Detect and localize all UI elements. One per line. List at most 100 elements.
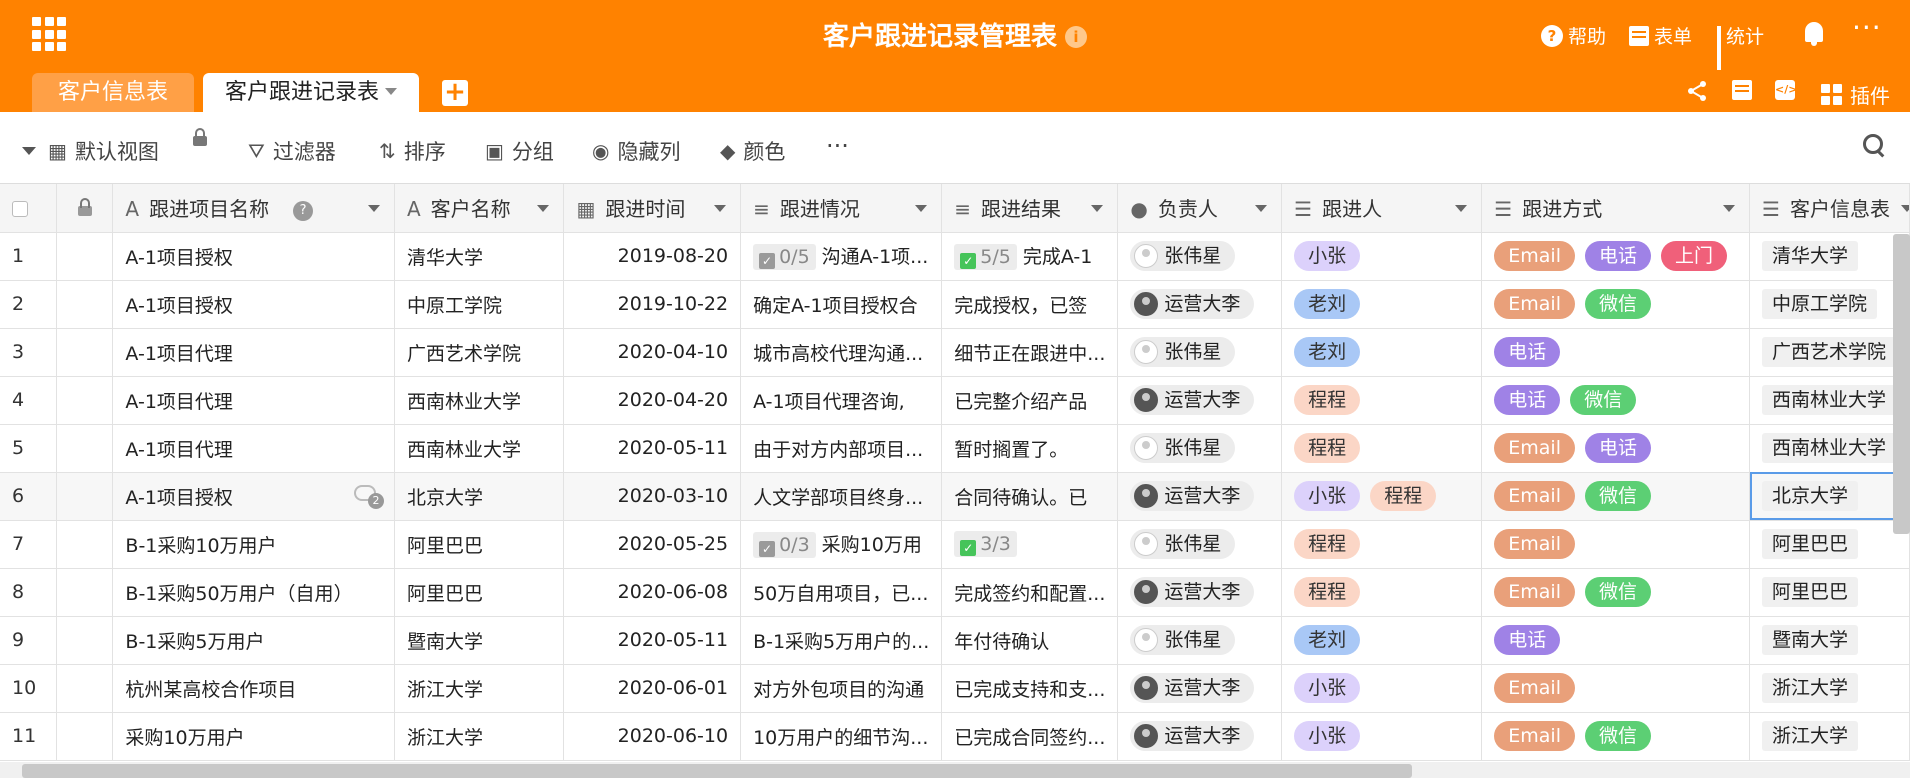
project-cell[interactable]: A-1项目代理: [112, 424, 395, 473]
chevron-down-icon[interactable]: [385, 88, 397, 95]
notification-button[interactable]: [1805, 22, 1823, 46]
chevron-down-icon[interactable]: [915, 205, 928, 212]
owner-cell[interactable]: 张伟星: [1117, 520, 1283, 569]
owner-cell[interactable]: 运营大李: [1117, 472, 1283, 521]
row-number[interactable]: 4: [0, 376, 57, 425]
date-cell[interactable]: 2020-06-10: [563, 712, 742, 761]
follower-cell[interactable]: 老刘: [1281, 328, 1483, 377]
method-cell[interactable]: 电话: [1481, 616, 1751, 665]
help-button[interactable]: ? 帮助: [1541, 22, 1606, 49]
owner-cell[interactable]: 张伟星: [1117, 328, 1283, 377]
date-cell[interactable]: 2019-08-20: [563, 232, 742, 281]
client-cell[interactable]: 西南林业大学: [394, 424, 565, 473]
project-cell[interactable]: A-1项目授权: [112, 232, 395, 281]
link-cell[interactable]: 浙江大学: [1749, 712, 1910, 761]
owner-cell[interactable]: 张伟星: [1117, 232, 1283, 281]
link-cell[interactable]: 西南林业大学: [1749, 424, 1910, 473]
date-cell[interactable]: 2020-05-25: [563, 520, 742, 569]
date-cell[interactable]: 2020-05-11: [563, 616, 742, 665]
link-cell[interactable]: 浙江大学: [1749, 664, 1910, 713]
table-row[interactable]: 6 A-1项目授权 2 北京大学 2020-03-10 人文学部项目终身... 合同待确认。…: [0, 472, 1910, 521]
linked-record[interactable]: 广西艺术学院: [1762, 337, 1897, 367]
column-header-status[interactable]: ≡ 跟进情况: [740, 184, 943, 233]
status-cell[interactable]: 10万用户的细节沟...: [740, 712, 943, 761]
chevron-down-icon[interactable]: [1901, 205, 1909, 212]
linked-record[interactable]: 阿里巴巴: [1762, 577, 1859, 607]
owner-cell[interactable]: 运营大李: [1117, 712, 1283, 761]
method-cell[interactable]: Email 微信: [1481, 712, 1751, 761]
row-number[interactable]: 11: [0, 712, 57, 761]
column-header-follower[interactable]: ☰ 跟进人: [1281, 184, 1483, 233]
table-row[interactable]: 2 A-1项目授权 中原工学院 2019-10-22 确定A-1项目授权合 完成授权，已签…: [0, 280, 1910, 329]
follower-cell[interactable]: 小张 程程: [1281, 472, 1483, 521]
filter-button[interactable]: ⛛ 过滤器: [248, 136, 336, 166]
follower-cell[interactable]: 小张: [1281, 664, 1483, 713]
owner-cell[interactable]: 张伟星: [1117, 616, 1283, 665]
method-cell[interactable]: 电话 微信: [1481, 376, 1751, 425]
project-cell[interactable]: B-1采购50万用户（自用）: [112, 568, 395, 617]
result-cell[interactable]: 年付待确认: [941, 616, 1119, 665]
status-cell[interactable]: 确定A-1项目授权合: [740, 280, 943, 329]
row-number[interactable]: 6: [0, 472, 57, 521]
project-cell[interactable]: A-1项目授权: [112, 280, 395, 329]
vertical-scrollbar[interactable]: [1893, 234, 1910, 534]
sort-button[interactable]: ⇅ 排序: [379, 136, 446, 166]
linked-record[interactable]: 清华大学: [1762, 241, 1859, 271]
owner-cell[interactable]: 运营大李: [1117, 376, 1283, 425]
link-cell[interactable]: 北京大学: [1749, 472, 1910, 521]
project-cell[interactable]: A-1项目代理: [112, 328, 395, 377]
chevron-down-icon[interactable]: [1091, 205, 1104, 212]
table-row[interactable]: 1 A-1项目授权 清华大学 2019-08-20 ✓ 0/5 沟通A-1项... ✓ 5/5 完…: [0, 232, 1910, 281]
client-cell[interactable]: 清华大学: [394, 232, 565, 281]
chevron-down-icon[interactable]: [1455, 205, 1468, 212]
link-cell[interactable]: 广西艺术学院: [1749, 328, 1910, 377]
group-button[interactable]: ▣ 分组: [485, 136, 554, 166]
method-cell[interactable]: Email 微信: [1481, 472, 1751, 521]
help-icon[interactable]: ?: [293, 201, 314, 222]
lock-view-button[interactable]: [193, 128, 207, 146]
link-cell[interactable]: 阿里巴巴: [1749, 520, 1910, 569]
follower-cell[interactable]: 老刘: [1281, 280, 1483, 329]
table-row[interactable]: 9 B-1采购5万用户 暨南大学 2020-05-11 B-1采购5万用户的... 年付待…: [0, 616, 1910, 665]
date-cell[interactable]: 2020-06-01: [563, 664, 742, 713]
column-header-link[interactable]: ☰ 客户信息表: [1749, 184, 1910, 233]
chevron-down-icon[interactable]: [537, 205, 550, 212]
result-cell[interactable]: 完成授权，已签: [941, 280, 1119, 329]
status-cell[interactable]: B-1采购5万用户的...: [740, 616, 943, 665]
linked-record[interactable]: 西南林业大学: [1762, 385, 1897, 415]
owner-cell[interactable]: 运营大李: [1117, 280, 1283, 329]
row-number[interactable]: 5: [0, 424, 57, 473]
search-icon[interactable]: [1863, 134, 1885, 156]
status-cell[interactable]: ✓ 0/3 采购10万用: [740, 520, 943, 569]
comment-icon[interactable]: 2: [353, 484, 384, 509]
follower-cell[interactable]: 程程: [1281, 424, 1483, 473]
client-cell[interactable]: 阿里巴巴: [394, 568, 565, 617]
row-number[interactable]: 9: [0, 616, 57, 665]
project-cell[interactable]: A-1项目代理: [112, 376, 395, 425]
result-cell[interactable]: 暂时搁置了。: [941, 424, 1119, 473]
follower-cell[interactable]: 程程: [1281, 520, 1483, 569]
table-row[interactable]: 7 B-1采购10万用户 阿里巴巴 2020-05-25 ✓ 0/3 采购10万用 ✓ 3/3 张…: [0, 520, 1910, 569]
client-cell[interactable]: 浙江大学: [394, 664, 565, 713]
client-cell[interactable]: 中原工学院: [394, 280, 565, 329]
method-cell[interactable]: Email: [1481, 664, 1751, 713]
table-row[interactable]: 11 采购10万用户 浙江大学 2020-06-10 10万用户的细节沟... 已完成合同…: [0, 712, 1910, 761]
result-cell[interactable]: ✓ 5/5 完成A-1: [941, 232, 1119, 281]
result-cell[interactable]: 已完成合同签约...: [941, 712, 1119, 761]
horizontal-scrollbar[interactable]: [22, 764, 1412, 778]
method-cell[interactable]: Email: [1481, 520, 1751, 569]
tab-followup-records[interactable]: 客户跟进记录表: [203, 73, 419, 112]
color-button[interactable]: ◆ 颜色: [720, 136, 785, 166]
follower-cell[interactable]: 老刘: [1281, 616, 1483, 665]
link-cell[interactable]: 阿里巴巴: [1749, 568, 1910, 617]
link-cell[interactable]: 清华大学: [1749, 232, 1910, 281]
status-cell[interactable]: ✓ 0/5 沟通A-1项...: [740, 232, 943, 281]
link-cell[interactable]: 西南林业大学: [1749, 376, 1910, 425]
owner-cell[interactable]: 张伟星: [1117, 424, 1283, 473]
method-cell[interactable]: Email 微信: [1481, 568, 1751, 617]
table-row[interactable]: 10 杭州某高校合作项目 浙江大学 2020-06-01 对方外包项目的沟通 已完成支持和…: [0, 664, 1910, 713]
linked-record[interactable]: 北京大学: [1762, 481, 1859, 511]
table-row[interactable]: 8 B-1采购50万用户（自用） 阿里巴巴 2020-06-08 50万自用项目，已..…: [0, 568, 1910, 617]
owner-cell[interactable]: 运营大李: [1117, 568, 1283, 617]
form-button[interactable]: 表单: [1629, 22, 1692, 49]
